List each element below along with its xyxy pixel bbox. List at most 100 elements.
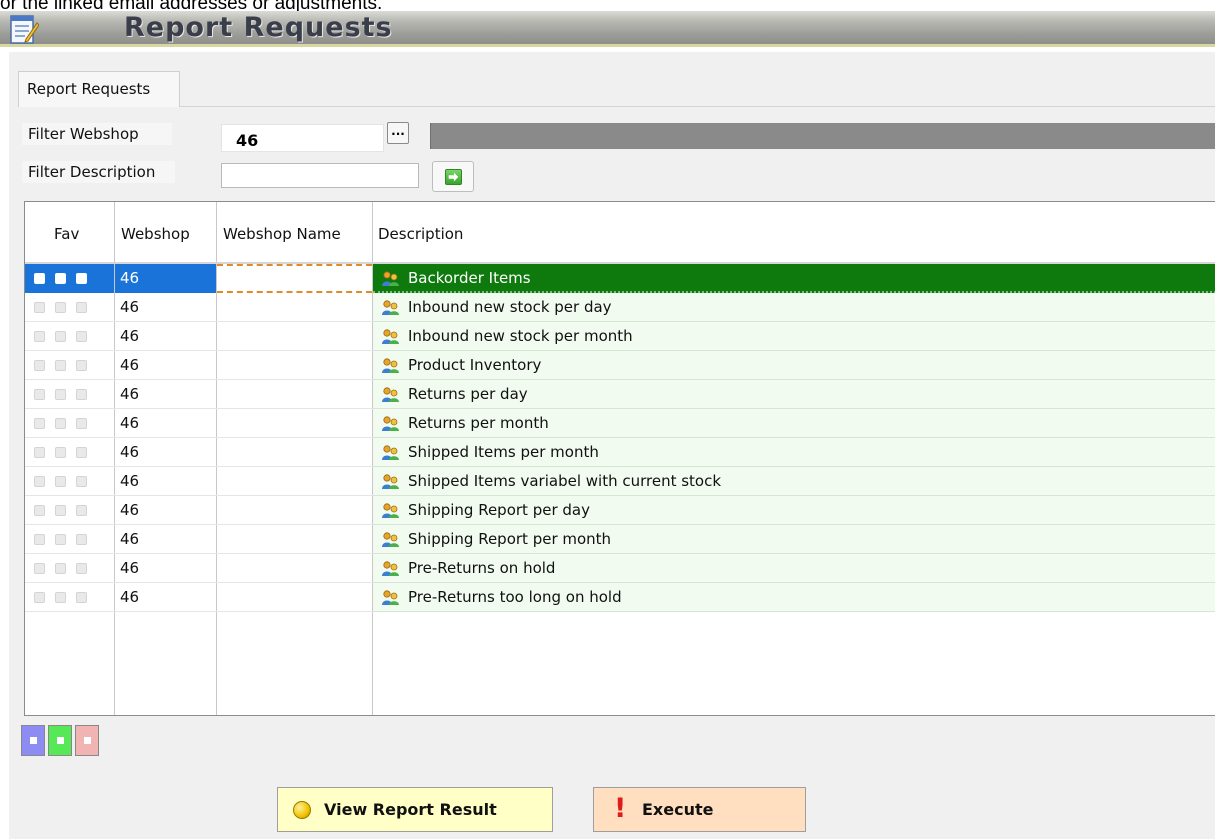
table-row[interactable]: 46 Pre-Returns too long on hold <box>25 583 1215 612</box>
view-report-result-button[interactable]: View Report Result <box>277 787 553 832</box>
table-row[interactable]: 46 Inbound new stock per month <box>25 322 1215 351</box>
users-icon <box>381 299 400 316</box>
table-row[interactable]: 46 Inbound new stock per day <box>25 293 1215 322</box>
table-row[interactable]: 46 Pre-Returns on hold <box>25 554 1215 583</box>
description-text: Pre-Returns too long on hold <box>408 588 622 606</box>
description-text: Shipping Report per day <box>408 501 590 519</box>
fav-checkbox[interactable] <box>34 360 45 371</box>
column-header-webshop[interactable]: Webshop <box>121 225 190 243</box>
webshop-cell: 46 <box>120 559 140 577</box>
document-caption: or the linked email addresses or adjustm… <box>0 0 383 11</box>
webshop-cell: 46 <box>120 443 140 461</box>
table-row[interactable]: 46 Backorder Items <box>25 264 1215 293</box>
table-row[interactable]: 46 Product Inventory <box>25 351 1215 380</box>
users-icon <box>381 531 400 548</box>
table-row[interactable]: 46 Shipped Items variabel with current st… <box>25 467 1215 496</box>
fav-checkbox[interactable] <box>55 563 66 574</box>
fav-checkbox[interactable] <box>76 418 87 429</box>
fav-checkbox[interactable] <box>55 273 66 284</box>
table-row[interactable]: 46 Returns per month <box>25 409 1215 438</box>
description-text: Shipped Items variabel with current stoc… <box>408 472 722 490</box>
fav-checkbox[interactable] <box>55 360 66 371</box>
users-icon <box>381 560 400 577</box>
report-requests-grid: Fav Webshop Webshop Name Description 46 B… <box>24 201 1215 716</box>
fav-checkbox[interactable] <box>76 331 87 342</box>
description-text: Pre-Returns on hold <box>408 559 556 577</box>
fav-checkbox[interactable] <box>76 273 87 284</box>
description-text: Product Inventory <box>408 356 542 374</box>
users-icon <box>381 444 400 461</box>
filter-webshop-label: Filter Webshop <box>22 123 172 145</box>
webshop-cell: 46 <box>120 530 140 548</box>
users-icon <box>381 328 400 345</box>
edit-record-button[interactable] <box>48 725 72 756</box>
column-header-webshop-name[interactable]: Webshop Name <box>223 225 341 243</box>
filter-description-input[interactable] <box>221 163 419 188</box>
fav-checkbox[interactable] <box>76 389 87 400</box>
add-record-button[interactable] <box>21 725 45 756</box>
exclamation-icon: ! <box>614 793 627 824</box>
filter-webshop-input[interactable]: 46 <box>221 124 384 152</box>
fav-checkbox[interactable] <box>55 592 66 603</box>
edit-record-icon <box>57 737 64 744</box>
arrow-right-icon <box>445 169 462 185</box>
table-row[interactable]: 46 Returns per day <box>25 380 1215 409</box>
users-icon <box>381 589 400 606</box>
tab-divider <box>180 106 1215 107</box>
fav-checkbox[interactable] <box>76 360 87 371</box>
users-icon <box>381 357 400 374</box>
fav-checkbox[interactable] <box>76 302 87 313</box>
table-row[interactable]: 46 Shipped Items per month <box>25 438 1215 467</box>
description-text: Shipped Items per month <box>408 443 599 461</box>
fav-checkbox[interactable] <box>34 331 45 342</box>
execute-button[interactable]: ! Execute <box>593 787 806 832</box>
fav-checkbox[interactable] <box>76 563 87 574</box>
fav-checkbox[interactable] <box>55 447 66 458</box>
fav-checkbox[interactable] <box>55 331 66 342</box>
fav-checkbox[interactable] <box>76 534 87 545</box>
execute-label: Execute <box>642 800 714 819</box>
fav-checkbox[interactable] <box>76 505 87 516</box>
fav-checkbox[interactable] <box>76 592 87 603</box>
fav-checkbox[interactable] <box>76 476 87 487</box>
webshop-name-field <box>430 123 1215 149</box>
fav-checkbox[interactable] <box>34 592 45 603</box>
fav-checkbox[interactable] <box>34 505 45 516</box>
fav-checkbox[interactable] <box>55 389 66 400</box>
webshop-cell: 46 <box>120 472 140 490</box>
report-requests-panel: Report Requests Filter Webshop 46 ... Fi… <box>9 52 1215 839</box>
fav-checkbox[interactable] <box>34 418 45 429</box>
filter-description-label: Filter Description <box>22 161 175 183</box>
fav-checkbox[interactable] <box>55 505 66 516</box>
window-titlebar: Report Requests <box>0 11 1215 47</box>
webshop-cell: 46 <box>120 501 140 519</box>
fav-checkbox[interactable] <box>55 418 66 429</box>
description-text: Returns per day <box>408 385 528 403</box>
webshop-cell: 46 <box>120 327 140 345</box>
table-row[interactable]: 46 Shipping Report per day <box>25 496 1215 525</box>
column-header-description[interactable]: Description <box>378 225 463 243</box>
browse-webshop-button[interactable]: ... <box>387 122 409 144</box>
fav-checkbox[interactable] <box>55 302 66 313</box>
fav-checkbox[interactable] <box>55 534 66 545</box>
fav-checkbox[interactable] <box>34 534 45 545</box>
tab-report-requests[interactable]: Report Requests <box>18 71 180 107</box>
fav-checkbox[interactable] <box>34 389 45 400</box>
description-text: Backorder Items <box>408 269 531 287</box>
description-text: Inbound new stock per day <box>408 298 612 316</box>
column-header-fav[interactable]: Fav <box>54 225 79 243</box>
fav-checkbox[interactable] <box>34 302 45 313</box>
apply-filter-button[interactable] <box>432 161 474 192</box>
view-report-result-label: View Report Result <box>324 800 497 819</box>
fav-checkbox[interactable] <box>34 563 45 574</box>
webshop-cell: 46 <box>120 356 140 374</box>
delete-record-button[interactable] <box>75 725 99 756</box>
fav-checkbox[interactable] <box>34 476 45 487</box>
fav-checkbox[interactable] <box>55 476 66 487</box>
fav-checkbox[interactable] <box>34 447 45 458</box>
fav-checkbox[interactable] <box>76 447 87 458</box>
fav-checkbox[interactable] <box>34 273 45 284</box>
add-record-icon <box>30 737 37 744</box>
users-icon <box>381 502 400 519</box>
table-row[interactable]: 46 Shipping Report per month <box>25 525 1215 554</box>
